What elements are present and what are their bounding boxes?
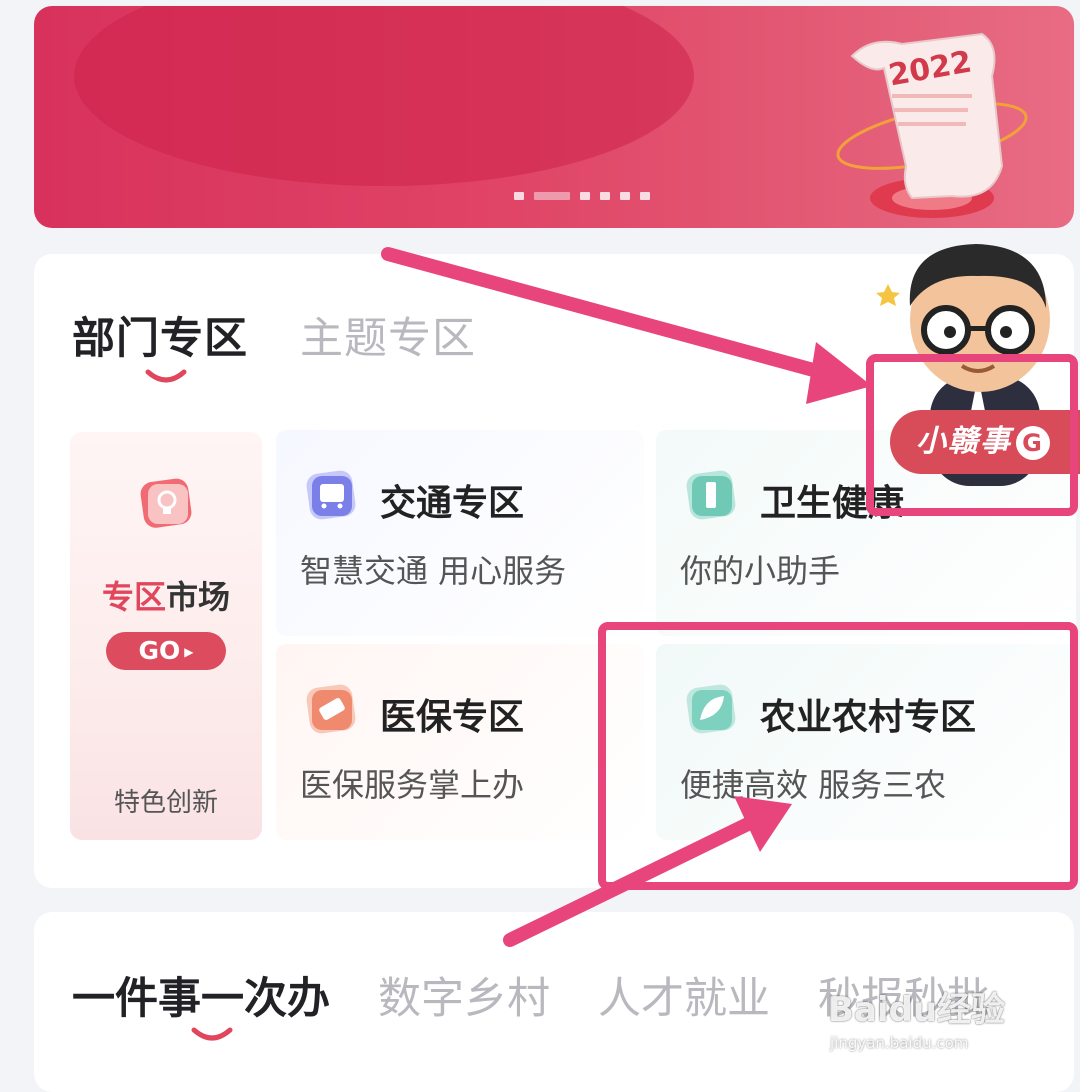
active-tab-indicator [145,369,187,383]
tab-digital-village[interactable]: 数字乡村 [378,964,550,1026]
mascot-badge-label: 小赣事 [916,424,1012,459]
leaf-icon [686,684,736,734]
tab-department-zone[interactable]: 部门专区 [72,304,248,366]
market-subtitle: 特色创新 [113,788,218,818]
tile-title: 农业农村专区 [760,697,977,738]
market-title-rest: 市场 [166,578,231,616]
tab-one-thing-once[interactable]: 一件事一次办 [72,964,330,1026]
tab-theme-zone[interactable]: 主题专区 [300,304,476,366]
market-title-highlight: 专区 [101,578,166,616]
tile-transport-zone[interactable]: 交通专区 智慧交通 用心服务 [276,430,644,636]
bus-icon [306,470,356,520]
watermark-logo: Baidu经验 [828,990,1006,1030]
tile-title: 交通专区 [380,483,525,524]
carousel-dot[interactable] [620,192,630,200]
scroll-2022-icon: 2022 [836,32,1028,218]
tile-subtitle: 便捷高效 服务三农 [680,766,947,804]
tab-talent-employment[interactable]: 人才就业 [598,964,770,1026]
active-tab-indicator [191,1027,233,1041]
zone-tabs: 部门专区 主题专区 [72,304,476,366]
tile-subtitle: 你的小助手 [680,552,841,590]
carousel-dot[interactable] [580,192,590,200]
mascot-badge[interactable]: 小赣事 G [890,410,1080,474]
tile-medical-insurance[interactable]: 医保专区 医保服务掌上办 [276,644,644,840]
tile-subtitle: 医保服务掌上办 [300,766,525,804]
watermark-url: jingyan.baidu.com [830,1034,969,1052]
medical-insurance-icon [306,684,356,734]
mascot-badge-logo: G [1016,425,1050,460]
health-icon [686,470,736,520]
zone-market-card[interactable]: 专区市场 GO ▶ 特色创新 [70,432,262,840]
lightbulb-icon [140,478,192,528]
market-title: 专区市场 [70,572,262,618]
banner-decoration [74,6,694,186]
promo-banner[interactable]: 2022 [34,6,1074,228]
go-button[interactable]: GO ▶ [106,632,226,670]
carousel-dot[interactable] [600,192,610,200]
tile-title: 医保专区 [380,697,525,738]
play-triangle-icon: ▶ [184,645,194,659]
carousel-dot[interactable] [640,192,650,200]
carousel-dot[interactable] [514,192,524,200]
carousel-dot-active[interactable] [534,192,570,200]
tile-subtitle: 智慧交通 用心服务 [300,552,567,590]
tile-agriculture-zone[interactable]: 农业农村专区 便捷高效 服务三农 [656,644,1076,840]
go-button-label: GO [138,636,181,665]
carousel-dots[interactable] [514,192,650,200]
